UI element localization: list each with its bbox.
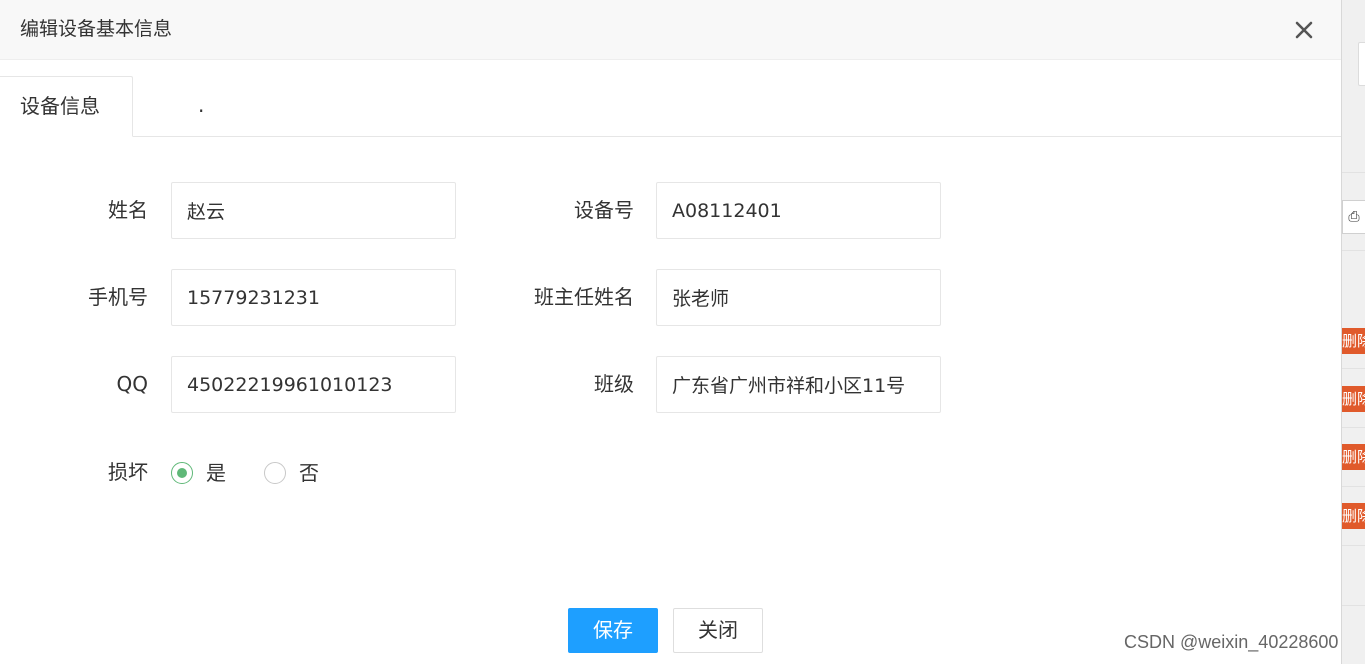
dialog-header: 编辑设备基本信息 — [0, 0, 1341, 60]
teacher-name-label: 班主任姓名 — [534, 285, 634, 309]
tab-second[interactable]: . — [198, 76, 218, 137]
name-label: 姓名 — [108, 198, 148, 222]
damaged-label: 损坏 — [108, 460, 148, 484]
save-button[interactable]: 保存 — [568, 608, 658, 653]
background-search-input — [1358, 42, 1365, 86]
name-input[interactable] — [171, 182, 456, 239]
edit-device-dialog: 编辑设备基本信息 设备信息 . 姓名 设备号 手机号 班主任姓名 QQ 班级 损… — [0, 0, 1341, 664]
background-divider — [1342, 172, 1365, 173]
background-divider — [1342, 250, 1365, 251]
background-delete-button: 删除 — [1342, 503, 1365, 529]
background-delete-button: 删除 — [1342, 386, 1365, 412]
qq-input[interactable] — [171, 356, 456, 413]
teacher-name-input[interactable] — [656, 269, 941, 326]
background-divider — [1342, 545, 1365, 546]
damaged-yes-radio[interactable] — [171, 462, 193, 484]
background-divider — [1342, 368, 1365, 369]
background-divider — [1342, 486, 1365, 487]
phone-label: 手机号 — [88, 285, 148, 309]
tab-bar: 设备信息 . — [0, 76, 1341, 137]
background-divider — [1342, 427, 1365, 428]
background-delete-button: 删除 — [1342, 444, 1365, 470]
device-number-label: 设备号 — [574, 198, 634, 222]
damaged-yes-label[interactable]: 是 — [206, 461, 226, 485]
background-page: ⎙ 删除 删除 删除 删除 — [1341, 0, 1365, 664]
close-button[interactable]: 关闭 — [673, 608, 763, 653]
phone-input[interactable] — [171, 269, 456, 326]
tab-device-info[interactable]: 设备信息 — [0, 76, 133, 137]
class-label: 班级 — [594, 372, 634, 396]
qq-label: QQ — [116, 372, 148, 396]
background-divider — [1342, 605, 1365, 606]
close-icon[interactable] — [1290, 16, 1318, 44]
class-input[interactable] — [656, 356, 941, 413]
export-icon: ⎙ — [1342, 200, 1365, 234]
background-delete-button: 删除 — [1342, 328, 1365, 354]
dialog-title: 编辑设备基本信息 — [20, 18, 173, 40]
damaged-no-radio[interactable] — [264, 462, 286, 484]
watermark-text: CSDN @weixin_40228600 — [1124, 632, 1339, 652]
device-number-input[interactable] — [656, 182, 941, 239]
damaged-no-label[interactable]: 否 — [299, 461, 319, 485]
